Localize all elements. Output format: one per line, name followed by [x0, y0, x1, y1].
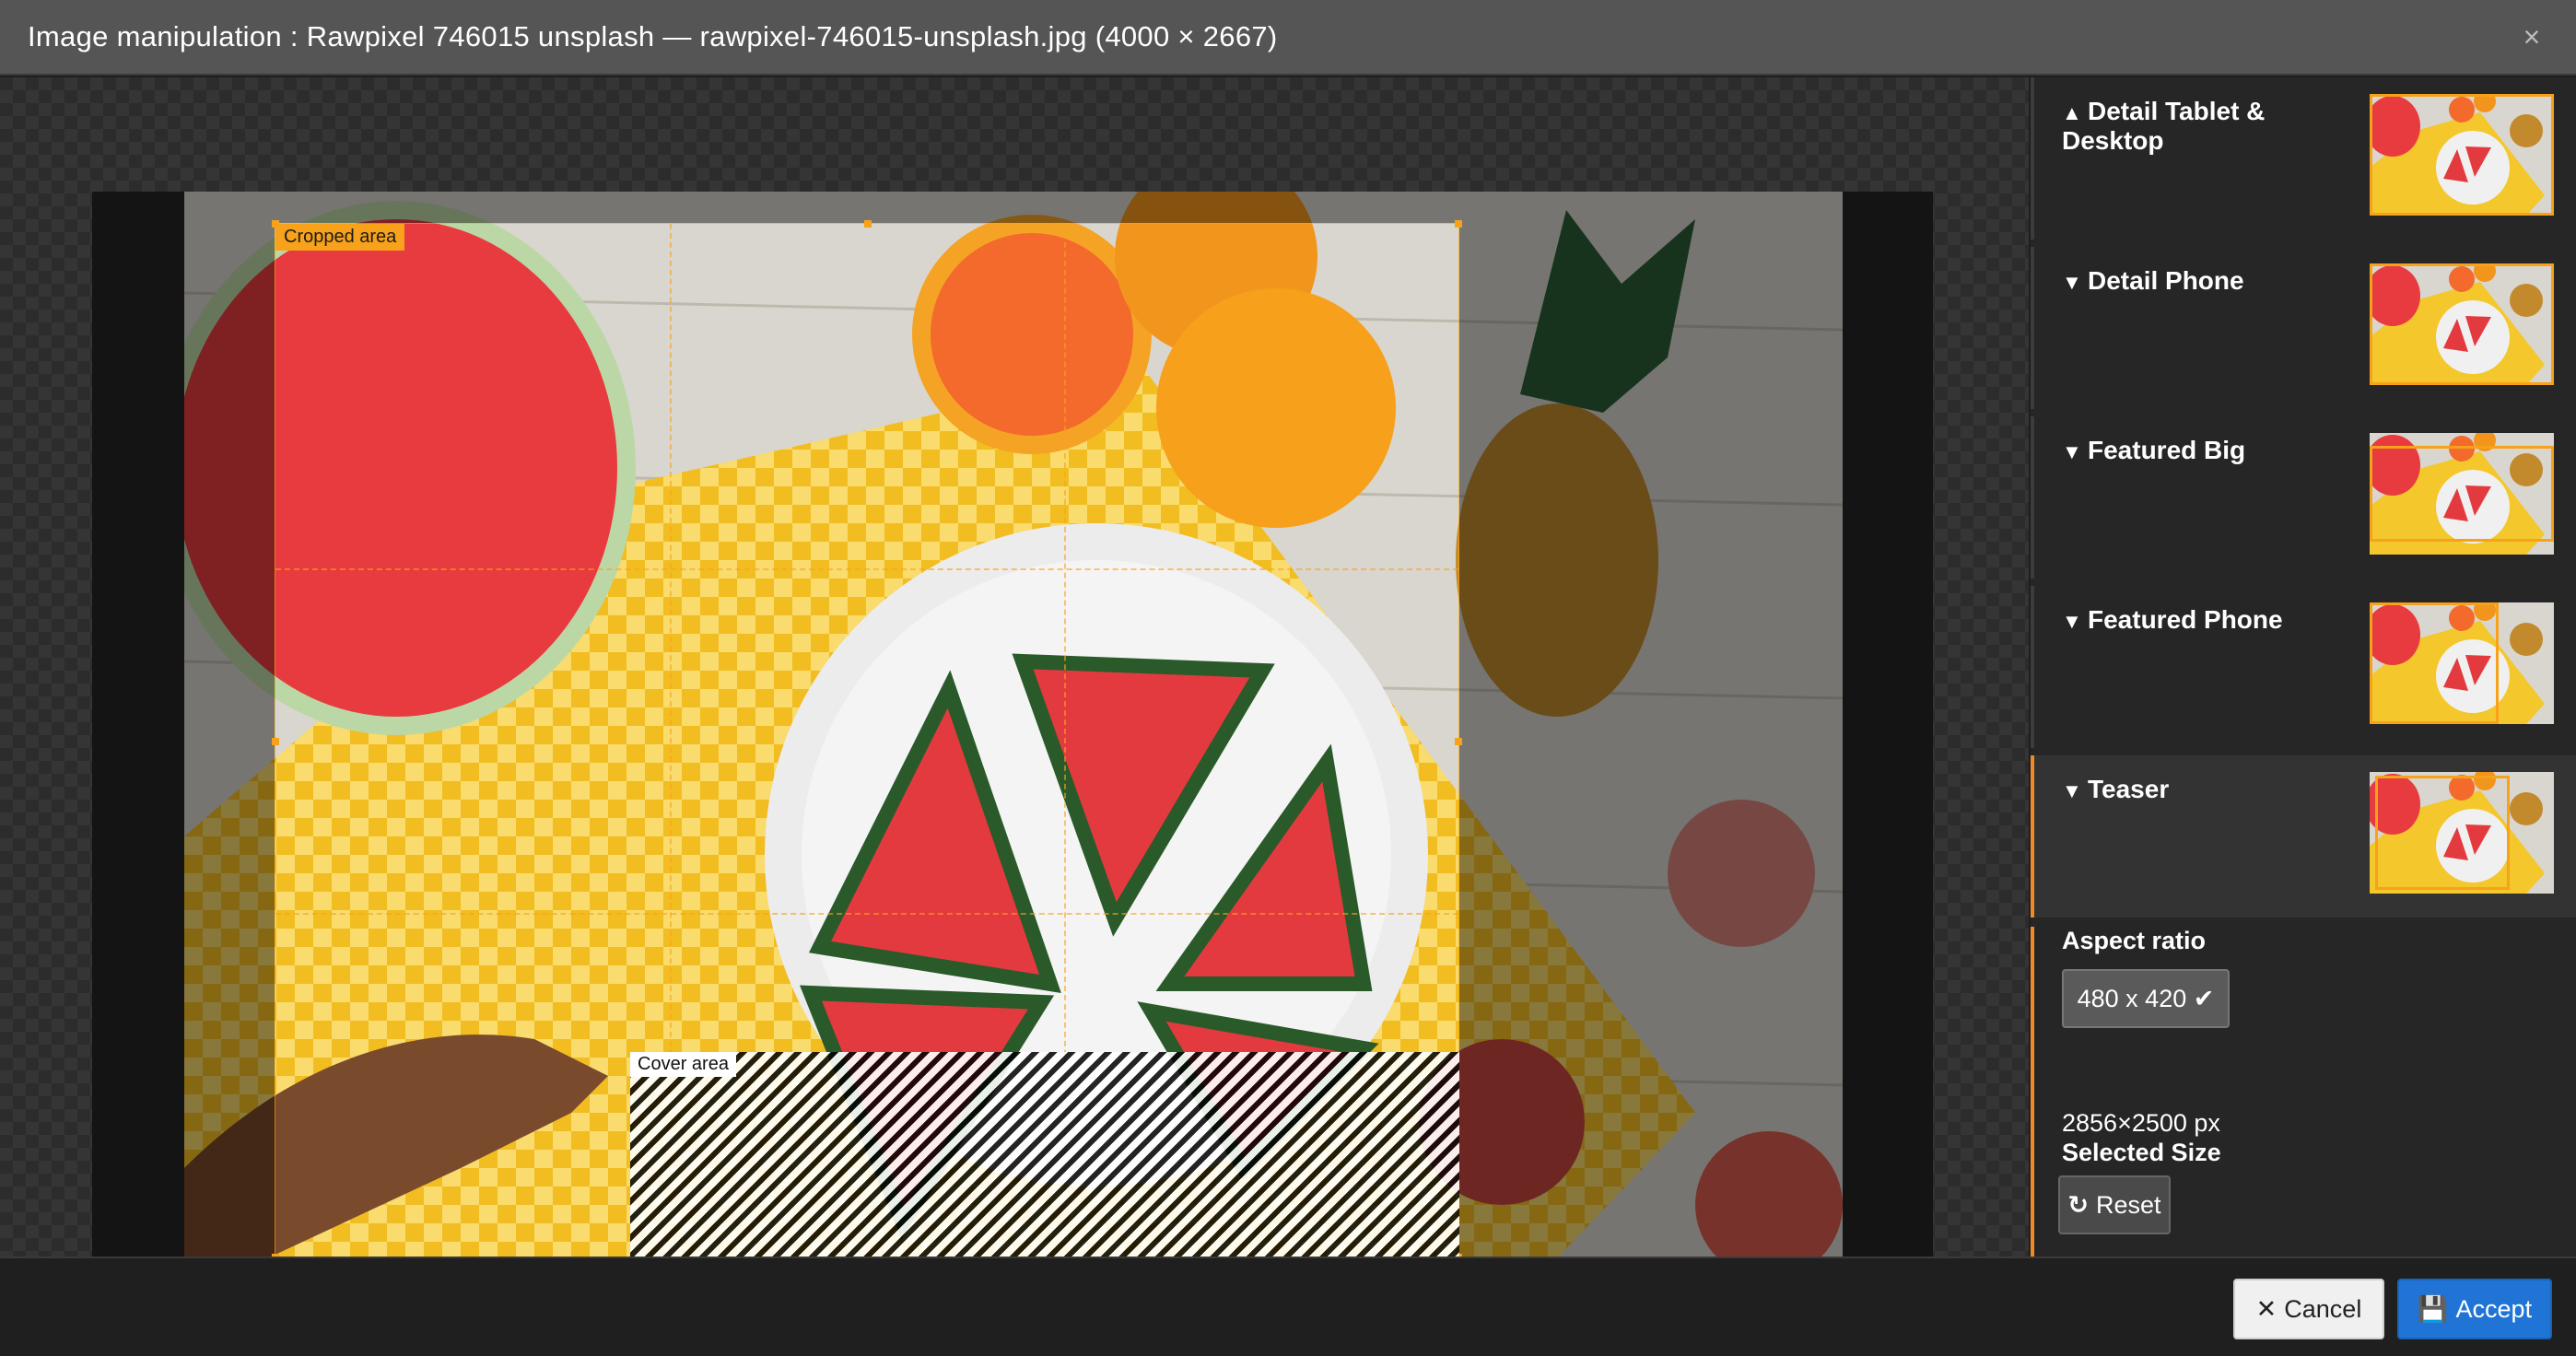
chevron-down-icon: ▼ — [2062, 779, 2082, 802]
cover-area[interactable] — [630, 1052, 1459, 1258]
variant-thumbnail — [2370, 772, 2554, 894]
thumbnail-crop-frame — [2370, 263, 2554, 385]
thumbnail-crop-frame — [2375, 776, 2510, 890]
aspect-ratio-button[interactable]: 480 x 420 ✔ — [2062, 969, 2230, 1028]
cancel-button[interactable]: ✕ Cancel — [2233, 1279, 2384, 1339]
thumbnail-crop-frame — [2370, 446, 2554, 542]
variant-label: ▼ Featured Big — [2062, 436, 2246, 464]
accept-button[interactable]: 💾 Accept — [2397, 1279, 2552, 1339]
variants-sidebar: ▲ Detail Tablet & Desktop ▼ Detail Phone ▼… — [2031, 77, 2576, 1257]
variant-detail-phone[interactable]: ▼ Detail Phone — [2031, 247, 2576, 409]
variant-label: ▲ Detail Tablet & Desktop — [2062, 97, 2266, 155]
thumbnail-crop-frame — [2370, 94, 2554, 216]
variant-label: ▼ Featured Phone — [2062, 605, 2283, 634]
dialog-title: Image manipulation : Rawpixel 746015 uns… — [28, 20, 1278, 53]
thumbnail-crop-frame — [2370, 602, 2499, 724]
close-icon[interactable]: × — [2515, 20, 2548, 53]
refresh-icon: ↻ — [2067, 1191, 2090, 1219]
crop-handle-top-middle[interactable] — [864, 220, 872, 228]
crop-handle-top-right[interactable] — [1455, 220, 1462, 228]
variant-thumbnail — [2370, 263, 2554, 385]
variant-label: ▼ Detail Phone — [2062, 266, 2244, 295]
chevron-down-icon: ▼ — [2062, 440, 2082, 463]
variant-detail-tablet-desktop[interactable]: ▲ Detail Tablet & Desktop — [2031, 77, 2576, 240]
chevron-down-icon: ▼ — [2062, 610, 2082, 633]
image-editor-stage: Cropped area Cover area — [0, 77, 2029, 1297]
check-icon: ✔ — [2193, 985, 2215, 1012]
variant-label: ▼ Teaser — [2062, 775, 2170, 803]
chevron-down-icon: ▼ — [2062, 271, 2082, 294]
close-icon: ✕ — [2255, 1295, 2277, 1323]
selected-size-value: 2856×2500 px — [2062, 1109, 2220, 1137]
cover-area-label: Cover area — [630, 1052, 736, 1077]
variant-thumbnail — [2370, 602, 2554, 724]
variant-thumbnail — [2370, 94, 2554, 216]
crop-handle-top-left[interactable] — [272, 220, 279, 228]
crop-handle-middle-right[interactable] — [1455, 738, 1462, 745]
reset-button[interactable]: ↻ Reset — [2058, 1175, 2171, 1234]
save-icon: 💾 — [2417, 1295, 2449, 1323]
selected-size-label: Selected Size — [2062, 1139, 2221, 1166]
crop-guide-horizontal-1 — [275, 568, 1458, 570]
cropped-area-label: Cropped area — [275, 224, 405, 251]
variant-featured-phone[interactable]: ▼ Featured Phone — [2031, 586, 2576, 748]
variant-teaser[interactable]: ▼ Teaser — [2031, 755, 2576, 918]
crop-handle-middle-left[interactable] — [272, 738, 279, 745]
variant-thumbnail — [2370, 433, 2554, 555]
chevron-up-icon: ▲ — [2062, 101, 2082, 124]
variant-featured-big[interactable]: ▼ Featured Big — [2031, 416, 2576, 579]
crop-guide-horizontal-2 — [275, 913, 1458, 915]
dialog-header: Image manipulation : Rawpixel 746015 uns… — [0, 0, 2576, 76]
dialog-footer: ✕ Cancel 💾 Accept — [0, 1257, 2576, 1356]
aspect-ratio-label: Aspect ratio — [2062, 927, 2207, 954]
